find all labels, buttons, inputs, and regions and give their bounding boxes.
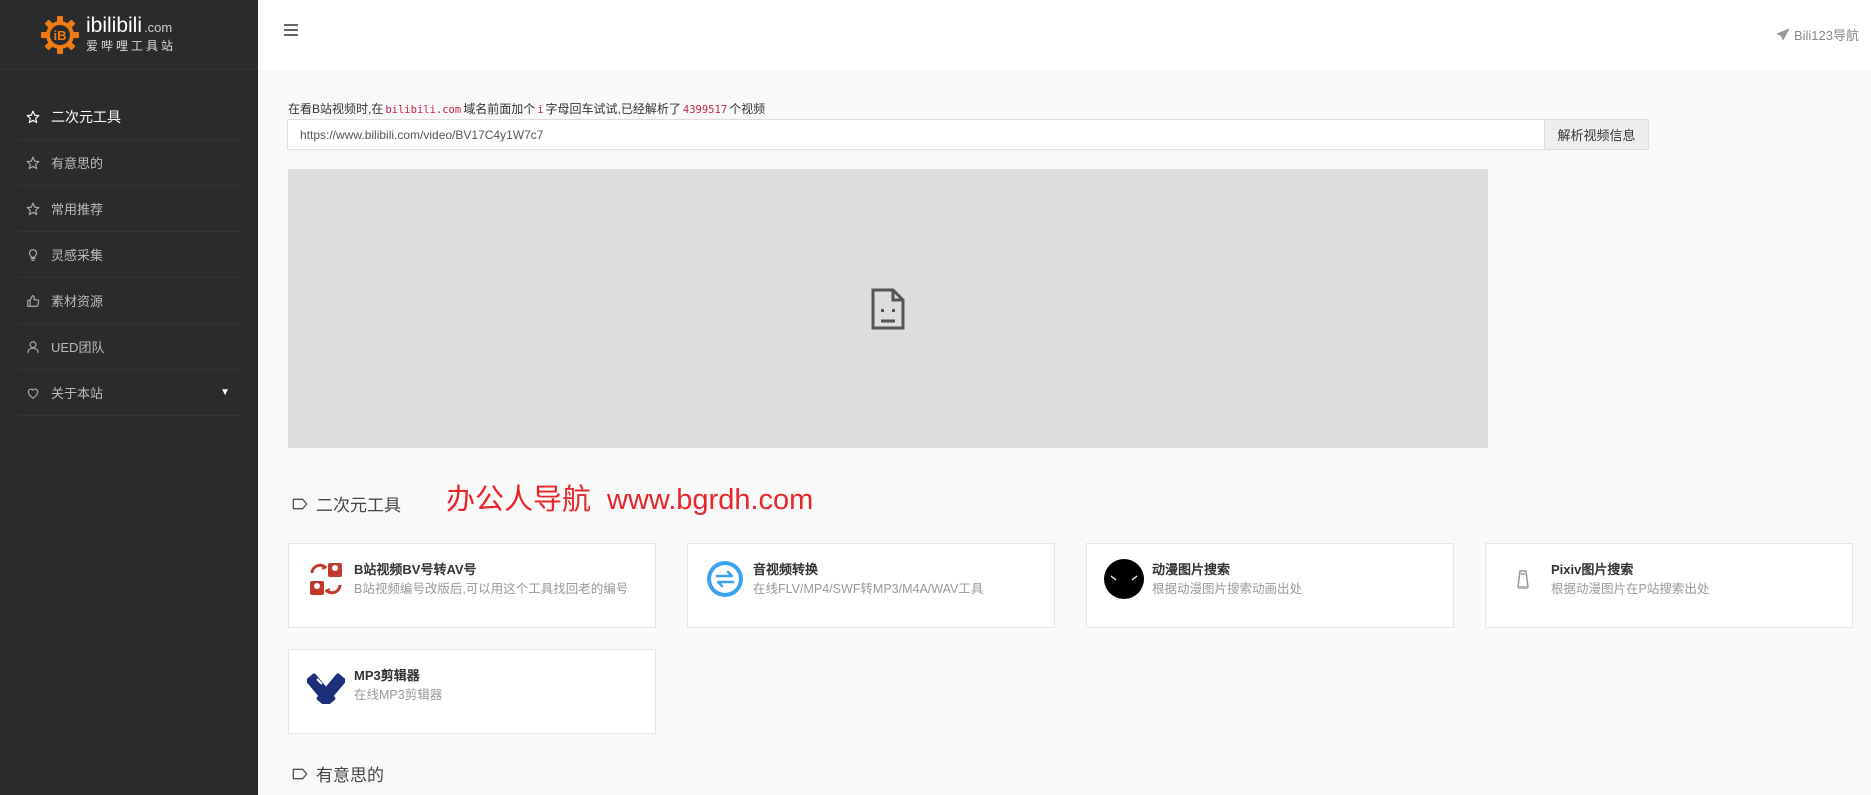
watermark-url: www.bgrdh.com bbox=[607, 484, 814, 516]
heart-icon bbox=[25, 385, 41, 401]
site-logo[interactable]: iB ibilibili .com 爱哔哩工具站 bbox=[0, 0, 258, 70]
card-desc: 根据动漫图片在P站搜索出处 bbox=[1551, 582, 1710, 596]
sidebar-item-ued-team[interactable]: UED团队 bbox=[18, 324, 240, 370]
watermark-cn: 办公人导航 bbox=[446, 484, 592, 516]
sidebar-item-label: 二次元工具 bbox=[51, 108, 121, 125]
tool-card-av-convert[interactable]: 音视频转换 在线FLV/MP4/SWF转MP3/M4A/WAV工具 bbox=[687, 543, 1055, 628]
notice-suffix: 字母回车试试,已经解析了 bbox=[545, 102, 681, 116]
tag-icon bbox=[292, 768, 308, 779]
logo-name: ibilibili bbox=[86, 14, 143, 37]
card-desc: B站视频编号改版后,可以用这个工具找回老的编号 bbox=[354, 582, 629, 596]
broken-file-icon bbox=[871, 288, 905, 329]
thumbs-up-icon bbox=[25, 293, 41, 309]
tag-icon bbox=[292, 498, 308, 509]
mp3-cutter-icon bbox=[305, 664, 347, 706]
sidebar-item-label: 关于本站 bbox=[51, 386, 104, 401]
gear-logo-icon: iB bbox=[40, 15, 80, 55]
sidebar-item-label: UED团队 bbox=[51, 340, 105, 355]
section-title-text: 二次元工具 bbox=[316, 496, 401, 515]
svg-text:iB: iB bbox=[54, 28, 67, 43]
tool-card-bv-av[interactable]: B站视频BV号转AV号 B站视频编号改版后,可以用这个工具找回老的编号 bbox=[288, 543, 656, 628]
tool-card-mp3-cutter[interactable]: MP3剪辑器 在线MP3剪辑器 bbox=[288, 649, 656, 734]
card-title: 动漫图片搜索 bbox=[1152, 562, 1231, 577]
sidebar-item-label: 常用推荐 bbox=[51, 202, 104, 217]
sidebar-item-label: 灵感采集 bbox=[51, 248, 104, 263]
card-desc: 在线MP3剪辑器 bbox=[354, 688, 443, 702]
star-icon bbox=[25, 109, 41, 125]
logo-subtitle: 爱哔哩工具站 bbox=[86, 39, 177, 53]
star-icon bbox=[25, 155, 41, 171]
notice-prefix: 在看B站视频时,在 bbox=[288, 102, 384, 116]
hamburger-icon[interactable] bbox=[284, 24, 298, 36]
parse-video-button[interactable]: 解析视频信息 bbox=[1545, 119, 1649, 150]
card-desc: 根据动漫图片搜索动画出处 bbox=[1152, 582, 1303, 596]
bili123-nav-link[interactable]: Bili123导航 bbox=[1776, 25, 1859, 44]
anime-face-icon bbox=[1103, 558, 1145, 600]
sidebar-item-recommended[interactable]: 常用推荐 bbox=[18, 186, 240, 232]
notice-letter: i bbox=[537, 104, 544, 116]
sidebar-item-anime-tools[interactable]: 二次元工具 bbox=[18, 94, 240, 140]
nav-link-label: Bili123导航 bbox=[1793, 28, 1859, 43]
top-header: Bili123导航 bbox=[258, 0, 1871, 70]
section-title-interesting: 有意思的 bbox=[292, 761, 384, 786]
logo-domain: .com bbox=[144, 20, 173, 35]
sidebar-nav: 二次元工具 有意思的 常用推荐 灵感采集 素材资源 UED团队 关于本站 ▼ bbox=[0, 94, 258, 416]
card-title: 音视频转换 bbox=[753, 562, 819, 577]
sidebar-item-interesting[interactable]: 有意思的 bbox=[18, 140, 240, 186]
lightbulb-icon bbox=[25, 247, 41, 263]
tool-card-anime-search[interactable]: 动漫图片搜索 根据动漫图片搜索动画出处 bbox=[1086, 543, 1454, 628]
sidebar: iB ibilibili .com 爱哔哩工具站 二次元工具 有意思的 常用推荐 … bbox=[0, 0, 258, 795]
url-form: 解析视频信息 bbox=[287, 119, 1649, 150]
section-title-anime-tools: 二次元工具 bbox=[292, 491, 401, 516]
notice-middle: 域名前面加个 bbox=[463, 102, 536, 116]
notice-count: 4399517 bbox=[682, 104, 728, 116]
sidebar-item-label: 素材资源 bbox=[51, 294, 104, 309]
paper-plane-icon bbox=[1776, 28, 1790, 40]
logo-main: ibilibili .com bbox=[86, 15, 176, 39]
parse-notice: 在看B站视频时,在 bilibili.com 域名前面加个 i 字母回车试试,已经解析了… bbox=[288, 100, 765, 117]
sidebar-item-inspiration[interactable]: 灵感采集 bbox=[18, 232, 240, 278]
watermark-text: 办公人导航 www.bgrdh.com bbox=[446, 476, 813, 518]
card-title: MP3剪辑器 bbox=[354, 668, 420, 683]
card-desc: 在线FLV/MP4/SWF转MP3/M4A/WAV工具 bbox=[753, 582, 984, 596]
star-icon bbox=[25, 201, 41, 217]
user-icon bbox=[25, 339, 41, 355]
video-player[interactable] bbox=[288, 169, 1488, 448]
card-title: Pixiv图片搜索 bbox=[1551, 562, 1634, 577]
video-url-input[interactable] bbox=[287, 119, 1545, 150]
sidebar-item-about[interactable]: 关于本站 ▼ bbox=[18, 370, 240, 416]
convert-arrows-icon bbox=[704, 558, 746, 600]
section-title-text: 有意思的 bbox=[316, 766, 384, 785]
card-title: B站视频BV号转AV号 bbox=[354, 562, 477, 577]
sidebar-item-label: 有意思的 bbox=[51, 156, 104, 171]
tool-card-pixiv-search[interactable]: Pixiv图片搜索 根据动漫图片在P站搜索出处 bbox=[1485, 543, 1853, 628]
sidebar-item-materials[interactable]: 素材资源 bbox=[18, 278, 240, 324]
chevron-down-icon[interactable]: ▼ bbox=[220, 387, 230, 398]
notice-domain: bilibili.com bbox=[385, 104, 462, 116]
logo-text: ibilibili .com 爱哔哩工具站 bbox=[86, 15, 176, 54]
bv-av-convert-icon bbox=[305, 558, 347, 600]
notice-suffix-2: 个视频 bbox=[729, 102, 766, 116]
pixiv-figure-icon bbox=[1502, 558, 1544, 600]
